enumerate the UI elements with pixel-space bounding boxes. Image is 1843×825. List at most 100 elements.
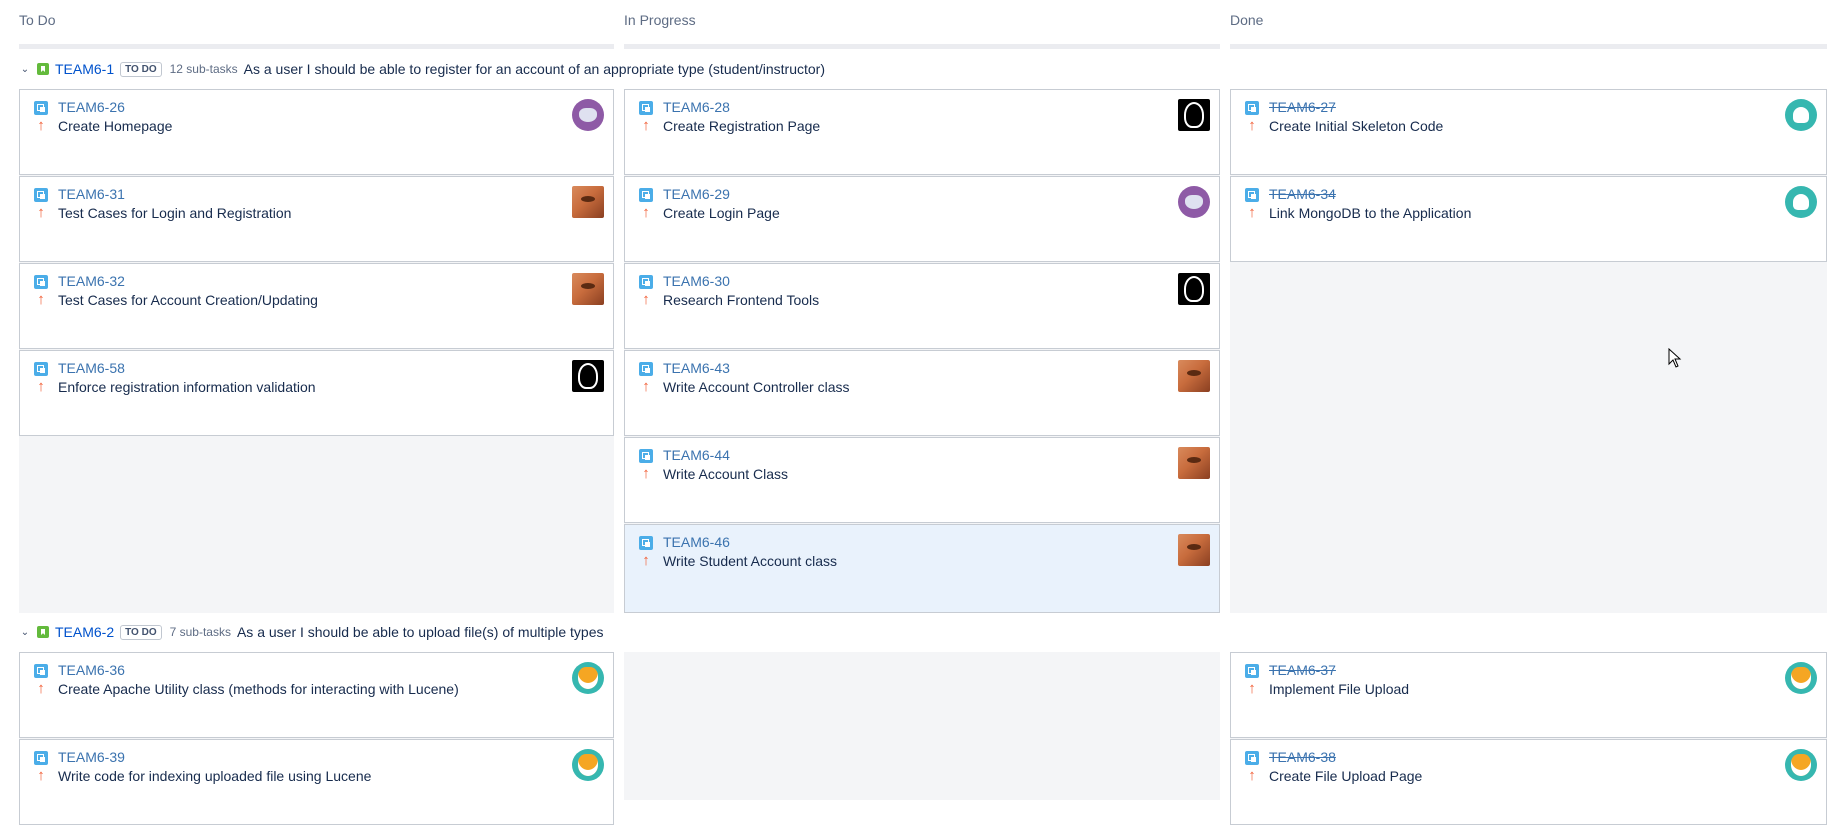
priority-high-icon: ↑ bbox=[37, 117, 45, 134]
swimlane-header[interactable]: ⌄ TEAM6-1 TO DO 12 sub-tasks As a user I… bbox=[19, 59, 825, 79]
priority-high-icon: ↑ bbox=[642, 204, 650, 221]
subtask-icon bbox=[639, 188, 653, 202]
column-bar-todo bbox=[19, 44, 614, 49]
issue-summary: Create File Upload Page bbox=[1269, 768, 1423, 784]
subtask-icon bbox=[34, 275, 48, 289]
face-photo-avatar[interactable] bbox=[572, 273, 604, 305]
face-photo-avatar[interactable] bbox=[572, 186, 604, 218]
priority-high-icon: ↑ bbox=[1248, 767, 1256, 784]
priority-high-icon: ↑ bbox=[1248, 204, 1256, 221]
issue-key[interactable]: TEAM6-28 bbox=[663, 99, 730, 115]
issue-summary: Write Student Account class bbox=[663, 553, 838, 569]
ghost-avatar[interactable] bbox=[1785, 186, 1817, 218]
dog-avatar[interactable] bbox=[1785, 749, 1817, 781]
issue-card[interactable]: TEAM6-26 ↑ Create Homepage bbox=[19, 89, 614, 175]
priority-high-icon: ↑ bbox=[37, 204, 45, 221]
issue-key[interactable]: TEAM6-27 bbox=[1269, 99, 1336, 115]
issue-key[interactable]: TEAM6-29 bbox=[663, 186, 730, 202]
sketch-photo-avatar[interactable] bbox=[1178, 273, 1210, 305]
cat-avatar[interactable] bbox=[1178, 186, 1210, 218]
subtask-icon bbox=[34, 188, 48, 202]
issue-card[interactable]: TEAM6-29 ↑ Create Login Page bbox=[624, 176, 1220, 262]
chevron-down-icon[interactable]: ⌄ bbox=[19, 626, 31, 638]
issue-key[interactable]: TEAM6-44 bbox=[663, 447, 730, 463]
priority-high-icon: ↑ bbox=[642, 117, 650, 134]
priority-high-icon: ↑ bbox=[37, 767, 45, 784]
issue-key[interactable]: TEAM6-32 bbox=[58, 273, 125, 289]
issue-card[interactable]: TEAM6-27 ↑ Create Initial Skeleton Code bbox=[1230, 89, 1827, 175]
issue-key[interactable]: TEAM6-43 bbox=[663, 360, 730, 376]
issue-key[interactable]: TEAM6-36 bbox=[58, 662, 125, 678]
issue-summary: Implement File Upload bbox=[1269, 681, 1410, 697]
ghost-avatar[interactable] bbox=[1785, 99, 1817, 131]
issue-card[interactable]: TEAM6-36 ↑ Create Apache Utility class (… bbox=[19, 652, 614, 738]
subtask-icon bbox=[34, 664, 48, 678]
swimlane-summary: As a user I should be able to register f… bbox=[243, 61, 825, 77]
subtask-count: 12 sub-tasks bbox=[169, 62, 238, 76]
swimlane-key[interactable]: TEAM6-2 bbox=[55, 624, 114, 640]
column-bar-done bbox=[1230, 44, 1827, 49]
column-bar-in-progress bbox=[624, 44, 1220, 49]
swimlane-key[interactable]: TEAM6-1 bbox=[55, 61, 114, 77]
issue-key[interactable]: TEAM6-26 bbox=[58, 99, 125, 115]
subtask-icon bbox=[1245, 751, 1259, 765]
issue-key[interactable]: TEAM6-31 bbox=[58, 186, 125, 202]
face-photo-avatar[interactable] bbox=[1178, 360, 1210, 392]
issue-key[interactable]: TEAM6-46 bbox=[663, 534, 730, 550]
issue-card[interactable]: TEAM6-58 ↑ Enforce registration informat… bbox=[19, 350, 614, 436]
issue-card[interactable]: TEAM6-43 ↑ Write Account Controller clas… bbox=[624, 350, 1220, 436]
issue-card[interactable]: TEAM6-44 ↑ Write Account Class bbox=[624, 437, 1220, 523]
sketch-photo-avatar[interactable] bbox=[572, 360, 604, 392]
dog-avatar[interactable] bbox=[572, 662, 604, 694]
issue-key[interactable]: TEAM6-58 bbox=[58, 360, 125, 376]
issue-summary: Test Cases for Login and Registration bbox=[58, 205, 292, 221]
issue-key[interactable]: TEAM6-30 bbox=[663, 273, 730, 289]
issue-card[interactable]: TEAM6-30 ↑ Research Frontend Tools bbox=[624, 263, 1220, 349]
issue-card[interactable]: TEAM6-28 ↑ Create Registration Page bbox=[624, 89, 1220, 175]
issue-summary: Create Apache Utility class (methods for… bbox=[58, 681, 459, 697]
subtask-icon bbox=[34, 362, 48, 376]
mouse-cursor-icon bbox=[1668, 348, 1682, 368]
subtask-count: 7 sub-tasks bbox=[169, 625, 231, 639]
issue-key[interactable]: TEAM6-39 bbox=[58, 749, 125, 765]
subtask-icon bbox=[639, 449, 653, 463]
column-header-in-progress: In Progress bbox=[624, 12, 696, 28]
issue-summary: Link MongoDB to the Application bbox=[1269, 205, 1472, 221]
issue-card[interactable]: TEAM6-34 ↑ Link MongoDB to the Applicati… bbox=[1230, 176, 1827, 262]
chevron-down-icon[interactable]: ⌄ bbox=[19, 63, 31, 75]
face-photo-avatar[interactable] bbox=[1178, 534, 1210, 566]
issue-summary: Create Homepage bbox=[58, 118, 173, 134]
priority-high-icon: ↑ bbox=[37, 378, 45, 395]
status-badge: TO DO bbox=[120, 61, 162, 77]
subtask-icon bbox=[639, 362, 653, 376]
lane2-in-progress-column bbox=[624, 652, 1220, 800]
sketch-photo-avatar[interactable] bbox=[1178, 99, 1210, 131]
issue-summary: Write Account Controller class bbox=[663, 379, 850, 395]
issue-card[interactable]: TEAM6-38 ↑ Create File Upload Page bbox=[1230, 739, 1827, 825]
priority-high-icon: ↑ bbox=[1248, 117, 1256, 134]
issue-key[interactable]: TEAM6-38 bbox=[1269, 749, 1336, 765]
dog-avatar[interactable] bbox=[572, 749, 604, 781]
issue-card[interactable]: TEAM6-31 ↑ Test Cases for Login and Regi… bbox=[19, 176, 614, 262]
story-icon bbox=[37, 626, 49, 638]
issue-card[interactable]: TEAM6-39 ↑ Write code for indexing uploa… bbox=[19, 739, 614, 825]
issue-summary: Write code for indexing uploaded file us… bbox=[58, 768, 372, 784]
issue-key[interactable]: TEAM6-37 bbox=[1269, 662, 1336, 678]
face-photo-avatar[interactable] bbox=[1178, 447, 1210, 479]
subtask-icon bbox=[639, 101, 653, 115]
priority-high-icon: ↑ bbox=[37, 680, 45, 697]
dog-avatar[interactable] bbox=[1785, 662, 1817, 694]
issue-card-selected[interactable]: TEAM6-46 ↑ Write Student Account class bbox=[624, 524, 1220, 613]
swimlane-header[interactable]: ⌄ TEAM6-2 TO DO 7 sub-tasks As a user I … bbox=[19, 622, 604, 642]
issue-key[interactable]: TEAM6-34 bbox=[1269, 186, 1336, 202]
issue-card[interactable]: TEAM6-37 ↑ Implement File Upload bbox=[1230, 652, 1827, 738]
priority-high-icon: ↑ bbox=[642, 378, 650, 395]
issue-summary: Research Frontend Tools bbox=[663, 292, 820, 308]
cat-avatar[interactable] bbox=[572, 99, 604, 131]
issue-summary: Write Account Class bbox=[663, 466, 789, 482]
priority-high-icon: ↑ bbox=[642, 291, 650, 308]
priority-high-icon: ↑ bbox=[642, 465, 650, 482]
issue-card[interactable]: TEAM6-32 ↑ Test Cases for Account Creati… bbox=[19, 263, 614, 349]
subtask-icon bbox=[1245, 101, 1259, 115]
issue-summary: Test Cases for Account Creation/Updating bbox=[58, 292, 318, 308]
